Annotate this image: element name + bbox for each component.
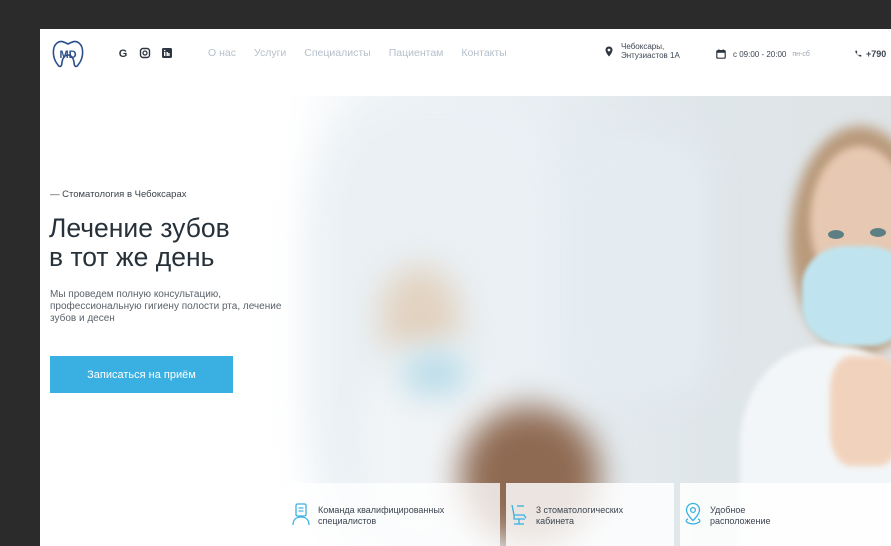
hero-eyebrow: — Стоматология в Чебоксарах — [50, 189, 187, 200]
background-mask — [400, 351, 470, 396]
svg-text:MD: MD — [59, 49, 76, 61]
doctor-eye-left — [828, 230, 844, 239]
hero-title: Лечение зубов в тот же день — [49, 214, 230, 272]
dental-chair-icon — [511, 504, 527, 525]
phone-number: +790 — [866, 49, 887, 59]
feature-specialists: Команда квалифицированных специалистов — [288, 483, 500, 546]
features-bar: Команда квалифицированных специалистов 3… — [288, 483, 891, 546]
address-line-1: Чебоксары, — [621, 42, 665, 51]
address-line-2: Энтузиастов 1А — [621, 51, 680, 60]
feature-3-line-2: расположение — [710, 515, 771, 526]
page: MD G О нас Услуги Специалисты Пациентам … — [40, 29, 891, 546]
instagram-icon[interactable] — [139, 47, 151, 59]
feature-cabinets: 3 стоматологических кабинета — [506, 483, 674, 546]
feature-1-line-2: специалистов — [318, 515, 377, 526]
nav-item-patients[interactable]: Пациентам — [389, 47, 444, 59]
nav-item-about[interactable]: О нас — [208, 47, 236, 59]
badge-icon — [292, 503, 310, 526]
book-appointment-button[interactable]: Записаться на приём — [50, 356, 233, 393]
site-header: MD G О нас Услуги Специалисты Пациентам … — [40, 29, 891, 81]
hours-text: с 09:00 - 20:00 — [733, 49, 787, 59]
phone-icon — [855, 50, 862, 57]
header-hours: с 09:00 - 20:00 пн-сб — [716, 49, 810, 59]
nav-item-services[interactable]: Услуги — [254, 47, 286, 59]
doctor-face-mask — [802, 246, 891, 346]
feature-2-line-1: 3 стоматологических — [536, 505, 624, 515]
doctor-eye-right — [870, 228, 886, 237]
linkedin-icon[interactable] — [161, 47, 173, 59]
nav-item-specialists[interactable]: Специалисты — [304, 47, 370, 59]
feature-3-line-1: Удобное — [710, 505, 746, 515]
svg-text:G: G — [119, 48, 128, 59]
logo-icon[interactable]: MD — [50, 38, 86, 70]
feature-2-line-2: кабинета — [536, 515, 575, 526]
nav-item-contacts[interactable]: Контакты — [461, 47, 506, 59]
calendar-icon — [716, 49, 726, 59]
location-pin-icon — [685, 502, 701, 525]
hero-section: — Стоматология в Чебоксарах Лечение зубо… — [40, 96, 891, 546]
google-icon[interactable]: G — [117, 47, 129, 59]
map-pin-icon — [605, 46, 613, 56]
days-text: пн-сб — [792, 50, 810, 58]
header-phone[interactable]: +790 — [854, 49, 886, 59]
hero-title-line-2: в тот же день — [49, 242, 215, 272]
main-nav: О нас Услуги Специалисты Пациентам Конта… — [208, 47, 525, 59]
feature-location: Удобное расположение — [680, 483, 891, 546]
header-address[interactable]: Чебоксары, Энтузиастов 1А — [605, 42, 680, 60]
feature-1-line-1: Команда квалифицированных — [318, 505, 445, 515]
hero-title-line-1: Лечение зубов — [49, 213, 230, 243]
doctor-collar — [830, 356, 891, 466]
hero-description: Мы проведем полную консультацию, професс… — [50, 289, 282, 324]
background-lamp — [560, 136, 710, 396]
